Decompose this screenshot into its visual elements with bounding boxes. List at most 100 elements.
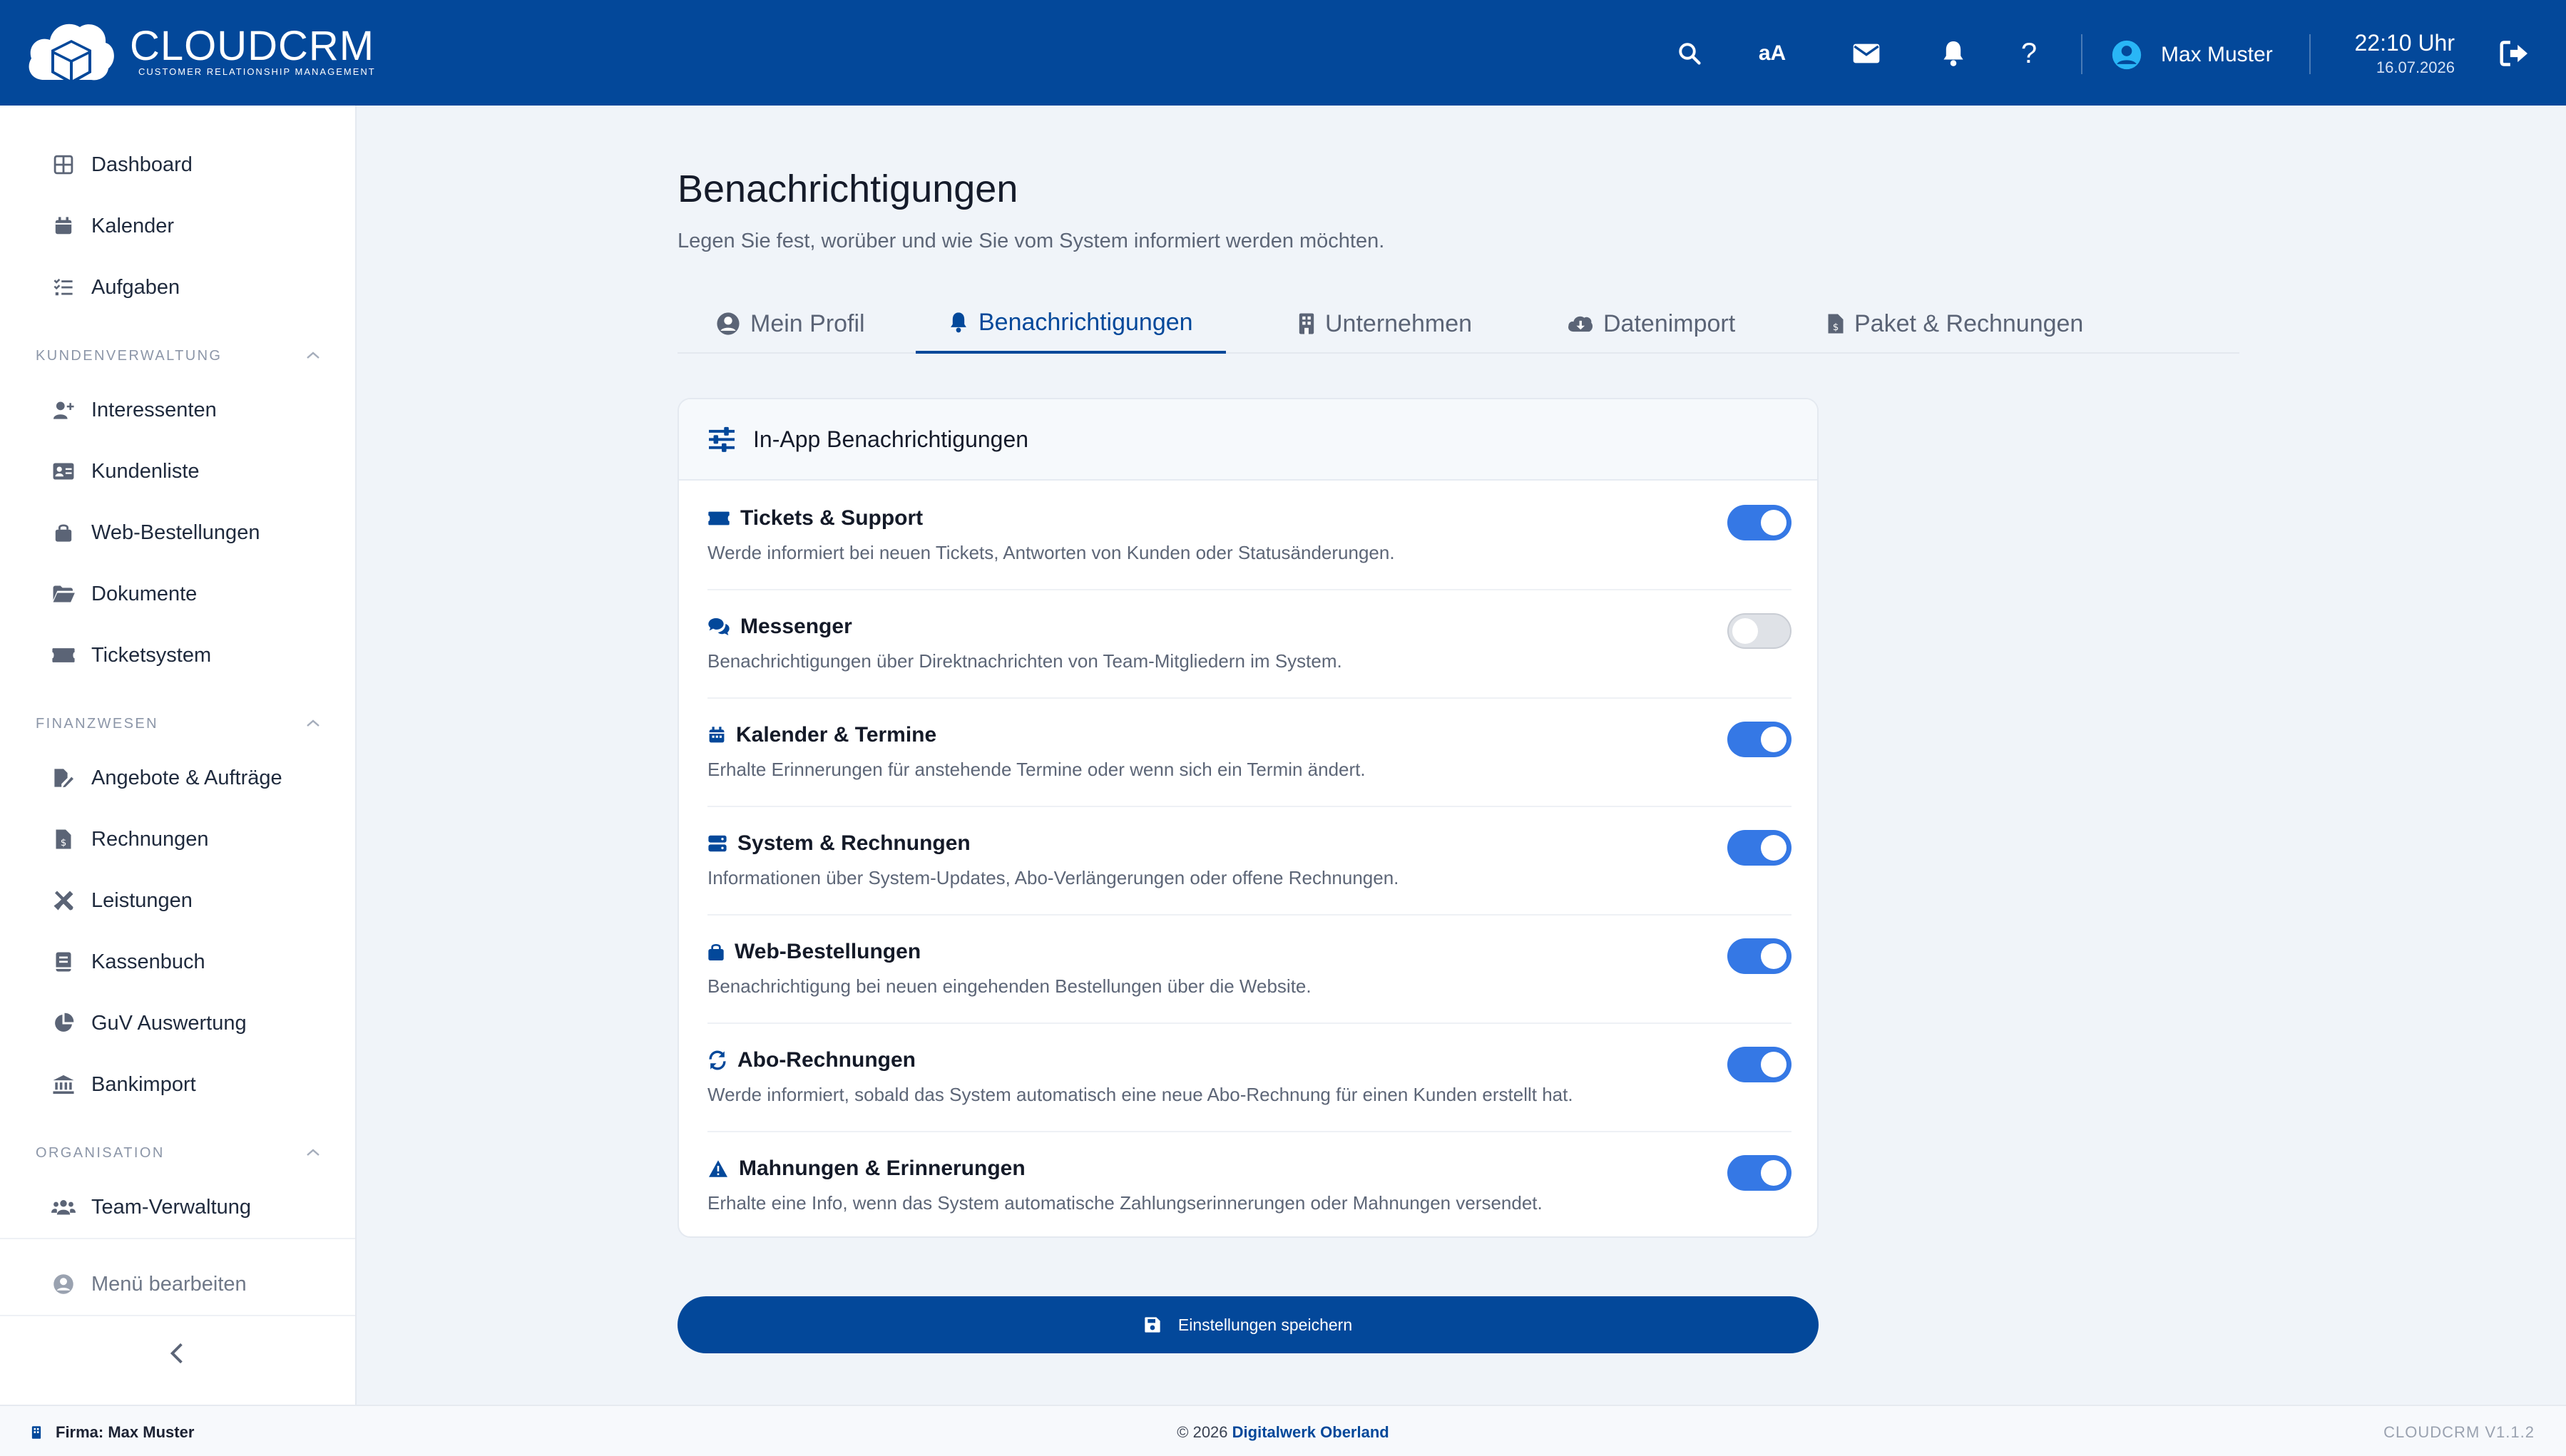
header-divider: [2309, 34, 2311, 74]
chevron-up-icon: [305, 348, 321, 364]
company-link[interactable]: Digitalwerk Oberland: [1232, 1423, 1389, 1441]
sidebar-divider: [0, 1315, 355, 1316]
notification-description: Benachrichtigungen über Direktnachrichte…: [707, 650, 1342, 672]
notification-title: Web-Bestellungen: [707, 940, 921, 964]
sidebar-divider: [0, 1238, 355, 1239]
sidebar-item-interessenten[interactable]: Interessenten: [51, 392, 217, 428]
sync-icon: [709, 1050, 726, 1070]
help-icon[interactable]: ?: [2010, 34, 2048, 73]
copyright: © 2026 Digitalwerk Oberland: [0, 1423, 2566, 1442]
svg-text:$: $: [61, 837, 67, 849]
sidebar-item-aufgaben[interactable]: Aufgaben: [51, 270, 180, 305]
bell-icon: [951, 312, 966, 333]
ticket-icon: [708, 511, 730, 526]
notification-title-text: Web-Bestellungen: [735, 940, 921, 963]
user-menu[interactable]: Max Muster: [2111, 37, 2273, 73]
sidebar-item-label: Leistungen: [91, 888, 193, 912]
notification-title: System & Rechnungen: [707, 831, 971, 856]
toggle-kalender[interactable]: [1727, 722, 1791, 757]
tab-benachrichtigungen[interactable]: Benachrichtigungen: [916, 294, 1226, 354]
collapse-sidebar-button[interactable]: [164, 1339, 190, 1368]
notification-description: Werde informiert bei neuen Tickets, Antw…: [707, 542, 1395, 563]
section-kundenverwaltung[interactable]: KUNDENVERWALTUNG: [36, 345, 321, 366]
list-check-icon: [51, 275, 76, 299]
save-icon: [1145, 1317, 1160, 1333]
clock-date: 16.07.2026: [2376, 58, 2455, 76]
file-signature-icon: [51, 766, 76, 790]
section-finanzwesen[interactable]: FINANZWESEN: [36, 713, 321, 734]
sidebar-item-label: Interessenten: [91, 398, 217, 421]
section-organisation[interactable]: ORGANISATION: [36, 1142, 321, 1164]
sliders-icon: [709, 426, 735, 452]
section-title: FINANZWESEN: [36, 715, 158, 732]
sidebar-item-ticketsystem[interactable]: Ticketsystem: [51, 637, 211, 673]
sidebar-item-web-bestellungen[interactable]: Web-Bestellungen: [51, 515, 260, 550]
toggle-messenger[interactable]: [1727, 613, 1791, 649]
shopping-bag-icon: [51, 521, 76, 545]
envelope-icon[interactable]: [1847, 34, 1886, 73]
tab-unternehmen[interactable]: Unternehmen: [1295, 294, 1475, 354]
notification-row-messenger: Messenger Benachrichtigungen über Direkt…: [707, 589, 1791, 697]
menu-edit-button[interactable]: Menü bearbeiten: [51, 1266, 247, 1302]
comments-icon: [708, 618, 730, 635]
notification-description: Erhalte eine Info, wenn das System autom…: [707, 1192, 1543, 1214]
sidebar-item-dokumente[interactable]: Dokumente: [51, 576, 197, 612]
sidebar-item-team-verwaltung[interactable]: Team-Verwaltung: [51, 1189, 251, 1225]
sidebar-item-dashboard[interactable]: Dashboard: [51, 147, 193, 183]
search-icon[interactable]: [1670, 34, 1709, 73]
sidebar-item-guv-auswertung[interactable]: GuV Auswertung: [51, 1005, 247, 1041]
version-label: CLOUDCRM V1.1.2: [2383, 1423, 2535, 1441]
sidebar-item-kalender[interactable]: Kalender: [51, 208, 174, 244]
tab-label: Unternehmen: [1325, 309, 1473, 337]
notification-row-abo-rechnungen: Abo-Rechnungen Werde informiert, sobald …: [707, 1022, 1791, 1131]
notification-description: Werde informiert, sobald das System auto…: [707, 1084, 1573, 1105]
server-icon: [708, 835, 727, 852]
sidebar-item-kundenliste[interactable]: Kundenliste: [51, 453, 200, 489]
sidebar-item-label: Rechnungen: [91, 827, 209, 851]
save-settings-label: Einstellungen speichern: [1177, 1315, 1353, 1334]
cloud-logo-icon[interactable]: [24, 17, 117, 91]
font-size-button[interactable]: aA: [1753, 34, 1791, 73]
notification-row-mahnungen: Mahnungen & Erinnerungen Erhalte eine In…: [707, 1131, 1791, 1236]
notification-row-web-bestellungen: Web-Bestellungen Benachrichtigung bei ne…: [707, 914, 1791, 1022]
header-divider: [2081, 34, 2082, 74]
sidebar-item-label: Dashboard: [91, 153, 193, 176]
notification-description: Benachrichtigung bei neuen eingehenden B…: [707, 975, 1312, 997]
toggle-mahnungen[interactable]: [1727, 1155, 1791, 1191]
sidebar: Dashboard Kalender Aufgaben KUNDENVERWAL…: [0, 106, 357, 1405]
notification-title-text: Kalender & Termine: [736, 723, 937, 747]
card-title: In-App Benachrichtigungen: [753, 426, 1029, 452]
tab-paket-rechnungen[interactable]: $ Paket & Rechnungen: [1824, 294, 2086, 354]
logo-subtitle: CUSTOMER RELATIONSHIP MANAGEMENT: [138, 66, 376, 77]
notification-row-tickets: Tickets & Support Werde informiert bei n…: [707, 481, 1791, 589]
sidebar-item-label: Ticketsystem: [91, 643, 212, 667]
sidebar-item-leistungen[interactable]: Leistungen: [51, 883, 193, 918]
sidebar-item-label: Kassenbuch: [91, 950, 205, 973]
clock-time: 22:10 Uhr: [2354, 30, 2455, 56]
toggle-abo-rechnungen[interactable]: [1727, 1047, 1791, 1082]
notification-settings-card: In-App Benachrichtigungen Tickets & Supp…: [678, 398, 1819, 1238]
notification-title: Messenger: [707, 615, 852, 639]
sidebar-item-kassenbuch[interactable]: Kassenbuch: [51, 944, 205, 980]
sidebar-item-angebote[interactable]: Angebote & Aufträge: [51, 760, 282, 796]
toggle-web-bestellungen[interactable]: [1727, 938, 1791, 974]
user-circle-icon: [51, 1272, 76, 1296]
sidebar-item-label: Kundenliste: [91, 459, 200, 483]
users-icon: [51, 1195, 76, 1219]
sidebar-item-rechnungen[interactable]: $ Rechnungen: [51, 821, 208, 857]
logout-icon[interactable]: [2495, 34, 2533, 73]
pie-chart-icon: [51, 1011, 76, 1035]
svg-text:$: $: [1833, 322, 1839, 333]
toggle-system[interactable]: [1727, 830, 1791, 866]
cloud-download-icon: [1568, 316, 1593, 332]
tab-mein-profil[interactable]: Mein Profil: [713, 294, 868, 354]
notification-title-text: Messenger: [740, 615, 852, 638]
tab-datenimport[interactable]: Datenimport: [1565, 294, 1738, 354]
toggle-tickets[interactable]: [1727, 505, 1791, 540]
sidebar-item-label: Web-Bestellungen: [91, 521, 260, 544]
bell-icon[interactable]: [1934, 34, 1973, 73]
warning-icon: [709, 1160, 727, 1177]
sidebar-item-bankimport[interactable]: Bankimport: [51, 1067, 196, 1102]
logo-title[interactable]: CLOUDCRM: [130, 26, 374, 67]
save-settings-button[interactable]: Einstellungen speichern: [678, 1296, 1819, 1353]
